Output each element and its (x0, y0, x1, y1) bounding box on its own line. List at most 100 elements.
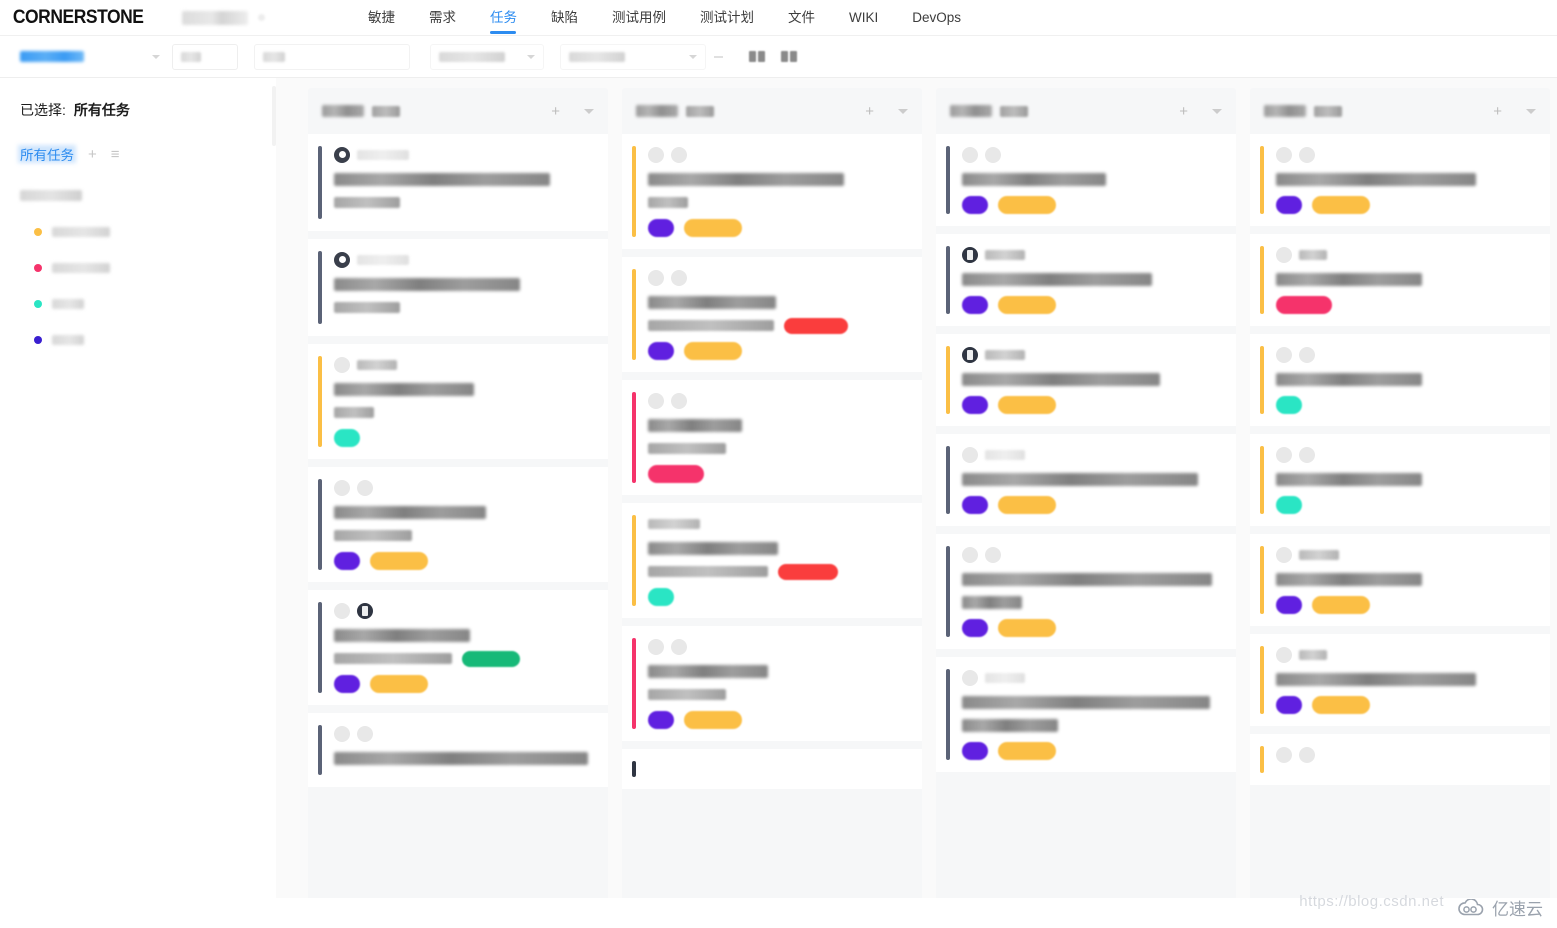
iteration-input[interactable] (172, 43, 238, 70)
task-card[interactable] (936, 334, 1236, 426)
task-card[interactable] (622, 380, 922, 495)
avatar[interactable] (1276, 646, 1292, 663)
task-card[interactable] (308, 467, 608, 582)
task-card[interactable] (936, 657, 1236, 772)
avatar[interactable] (334, 479, 350, 496)
chevron-down-icon[interactable] (1212, 108, 1222, 114)
avatar[interactable] (1299, 346, 1315, 363)
avatar[interactable] (1299, 446, 1315, 463)
task-card[interactable] (308, 239, 608, 336)
card-tag[interactable] (1276, 196, 1302, 214)
task-card[interactable] (622, 503, 922, 618)
avatar[interactable] (962, 669, 978, 686)
avatar[interactable] (1276, 246, 1292, 263)
card-tag[interactable] (962, 296, 988, 314)
iteration-filter-select[interactable] (14, 44, 166, 69)
card-tag[interactable] (648, 588, 674, 606)
task-card[interactable] (1250, 334, 1550, 426)
avatar[interactable] (1299, 746, 1315, 763)
card-tag[interactable] (1276, 296, 1332, 314)
task-card[interactable] (1250, 534, 1550, 626)
avatar[interactable] (962, 146, 978, 163)
avatar[interactable] (671, 269, 687, 286)
card-tag[interactable] (962, 496, 988, 514)
avatar[interactable] (671, 392, 687, 409)
task-card[interactable] (1250, 134, 1550, 226)
brand-logo[interactable]: CORNERSTONE (0, 7, 144, 29)
card-tag[interactable] (1312, 696, 1370, 714)
add-card-icon[interactable]: + (551, 104, 560, 119)
add-card-icon[interactable]: + (1493, 104, 1502, 119)
gear-avatar-icon[interactable] (334, 251, 350, 268)
card-tag[interactable] (334, 552, 360, 570)
card-tag[interactable] (1276, 596, 1302, 614)
add-card-icon[interactable]: + (1179, 104, 1188, 119)
chevron-down-icon[interactable] (257, 14, 265, 21)
list-view-icon[interactable] (781, 51, 797, 62)
nav-item-4[interactable]: 测试用例 (595, 0, 683, 36)
task-card[interactable] (622, 626, 922, 741)
avatar[interactable] (357, 479, 373, 496)
task-card[interactable] (308, 590, 608, 705)
add-card-icon[interactable]: + (865, 104, 874, 119)
task-card[interactable] (1250, 234, 1550, 326)
card-tag[interactable] (998, 742, 1056, 760)
card-tag[interactable] (998, 496, 1056, 514)
avatar[interactable] (671, 146, 687, 163)
task-card[interactable] (936, 134, 1236, 226)
card-tag[interactable] (684, 711, 742, 729)
avatar[interactable] (1276, 346, 1292, 363)
avatar[interactable] (648, 269, 664, 286)
avatar[interactable] (1276, 146, 1292, 163)
card-tag[interactable] (1276, 696, 1302, 714)
card-tag[interactable] (962, 742, 988, 760)
card-tag[interactable] (962, 619, 988, 637)
task-card[interactable] (308, 344, 608, 459)
avatar[interactable] (648, 638, 664, 655)
avatar[interactable] (1276, 446, 1292, 463)
avatar[interactable] (357, 725, 373, 742)
add-task-group-icon[interactable]: + (88, 147, 97, 162)
chevron-down-icon[interactable] (898, 108, 908, 114)
avatar[interactable] (648, 392, 664, 409)
card-tag[interactable] (684, 342, 742, 360)
sidebar-legend-item[interactable] (34, 227, 276, 237)
sidebar-scrollbar[interactable] (272, 86, 276, 146)
task-card[interactable] (308, 134, 608, 231)
card-tag[interactable] (998, 296, 1056, 314)
nav-item-8[interactable]: DevOps (895, 0, 978, 36)
card-tag[interactable] (962, 396, 988, 414)
avatar[interactable] (985, 146, 1001, 163)
avatar[interactable] (334, 602, 350, 619)
card-tag[interactable] (998, 619, 1056, 637)
chevron-down-icon[interactable] (584, 108, 594, 114)
card-tag[interactable] (1276, 496, 1302, 514)
avatar[interactable] (334, 356, 350, 373)
task-card[interactable] (622, 257, 922, 372)
card-tag[interactable] (370, 552, 428, 570)
task-card[interactable] (622, 749, 922, 789)
card-tag[interactable] (648, 342, 674, 360)
task-card[interactable] (1250, 434, 1550, 526)
avatar[interactable] (962, 246, 978, 263)
task-card[interactable] (308, 713, 608, 787)
task-card[interactable] (936, 234, 1236, 326)
task-card[interactable] (622, 134, 922, 249)
avatar[interactable] (962, 446, 978, 463)
avatar[interactable] (1276, 746, 1292, 763)
sidebar-legend-item[interactable] (34, 263, 276, 273)
project-selector[interactable] (181, 10, 248, 25)
card-tag[interactable] (1276, 396, 1302, 414)
nav-item-0[interactable]: 敏捷 (351, 0, 412, 36)
avatar[interactable] (671, 638, 687, 655)
card-tag[interactable] (1312, 196, 1370, 214)
sidebar-legend-item[interactable] (34, 299, 276, 309)
nav-item-7[interactable]: WIKI (832, 0, 895, 36)
avatar[interactable] (962, 346, 978, 363)
card-tag[interactable] (648, 711, 674, 729)
sidebar-legend-item[interactable] (34, 335, 276, 345)
nav-item-2[interactable]: 任务 (473, 0, 534, 36)
card-tag[interactable] (998, 196, 1056, 214)
task-card[interactable] (1250, 634, 1550, 726)
card-tag[interactable] (334, 429, 360, 447)
